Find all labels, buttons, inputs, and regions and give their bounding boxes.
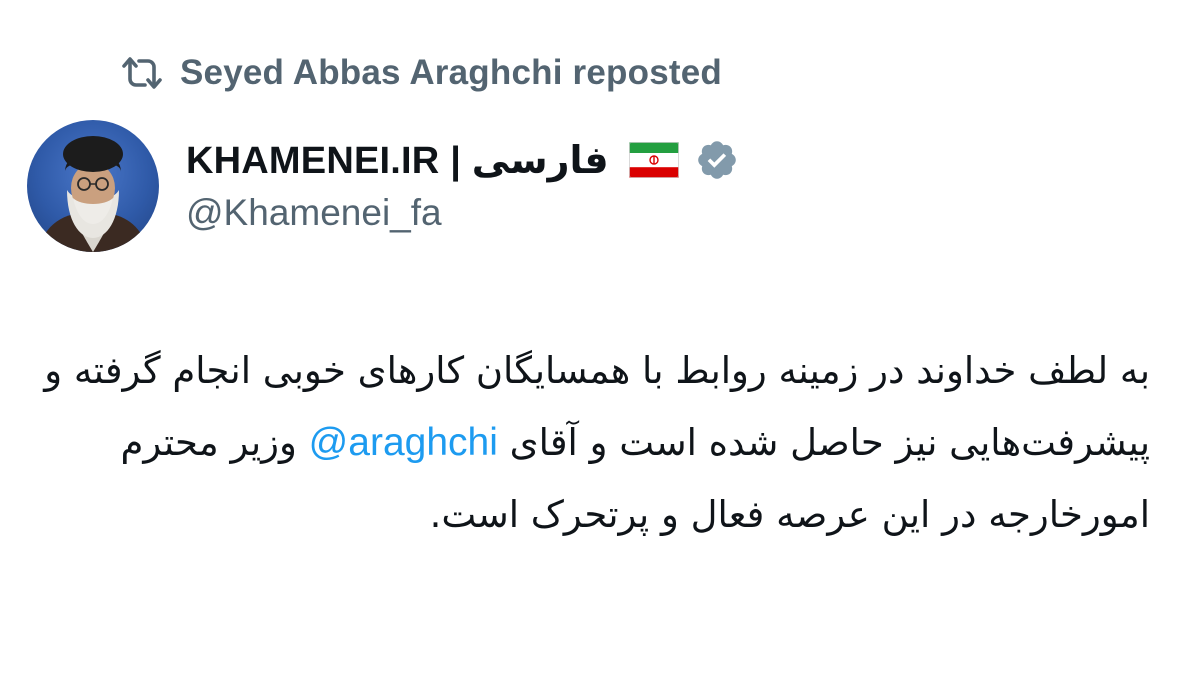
author-name-row[interactable]: KHAMENEI.IR | فارسی [186,136,739,184]
iran-flag-icon [628,142,679,178]
tweet-text: به لطف خداوند در زمینه روابط با همسایگان… [40,335,1150,551]
repost-row[interactable]: Seyed Abbas Araghchi reposted [120,50,722,96]
repost-label[interactable]: Seyed Abbas Araghchi reposted [180,53,722,93]
mention-link[interactable]: @araghchi [309,421,498,464]
repost-icon [120,55,164,91]
avatar[interactable] [27,120,159,252]
verified-badge-icon[interactable] [695,138,739,182]
author-display-name[interactable]: KHAMENEI.IR | فارسی [186,138,609,183]
author-handle[interactable]: @Khamenei_fa [186,192,442,234]
